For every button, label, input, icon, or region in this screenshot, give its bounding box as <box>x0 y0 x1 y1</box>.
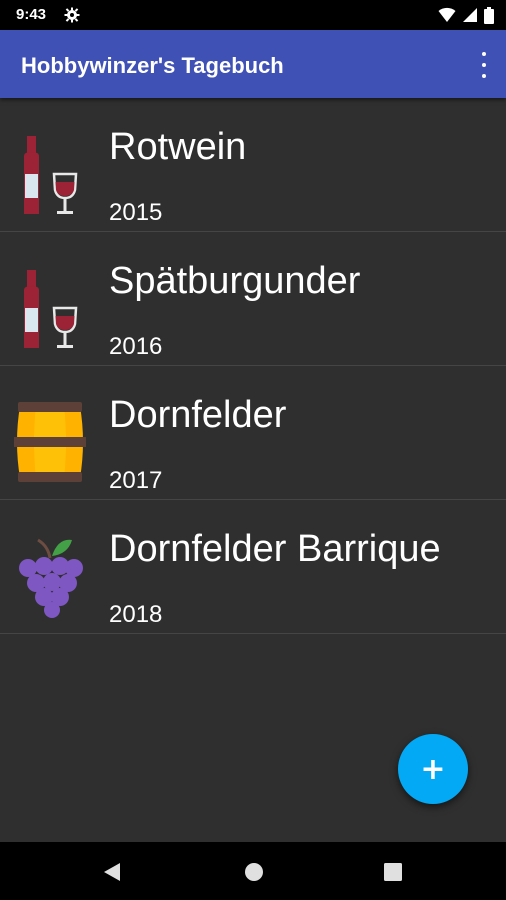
screen: 9:43 Hobbywinzer's Tagebuch Rotwein 2015… <box>0 0 506 900</box>
app-bar: Hobbywinzer's Tagebuch <box>0 30 506 98</box>
wine-name: Spätburgunder <box>109 260 361 302</box>
signal-icon <box>463 8 477 22</box>
status-bar: 9:43 <box>0 0 506 30</box>
battery-icon <box>484 6 494 24</box>
back-icon[interactable] <box>101 861 123 883</box>
recents-icon[interactable] <box>382 861 404 883</box>
home-icon[interactable] <box>243 861 265 883</box>
wine-list: Rotwein 2015 Spätburgunder 2016 Dornfeld… <box>0 98 506 634</box>
list-item[interactable]: Dornfelder 2017 <box>0 366 506 500</box>
wine-bottle-glass-icon <box>24 136 78 214</box>
wifi-icon <box>438 7 456 22</box>
grapes-icon <box>19 538 83 618</box>
wine-year: 2015 <box>109 199 163 226</box>
wine-name: Rotwein <box>109 126 247 168</box>
wine-year: 2016 <box>109 333 163 360</box>
status-time: 9:43 <box>16 6 47 23</box>
status-icons <box>438 6 494 24</box>
add-button[interactable]: + <box>398 734 468 804</box>
wine-year: 2017 <box>109 467 163 494</box>
list-item[interactable]: Spätburgunder 2016 <box>0 232 506 366</box>
list-item[interactable]: Rotwein 2015 <box>0 98 506 232</box>
wine-name: Dornfelder <box>109 394 287 436</box>
list-item[interactable]: Dornfelder Barrique 2018 <box>0 500 506 634</box>
wine-name: Dornfelder Barrique <box>109 528 441 570</box>
wine-year: 2018 <box>109 601 163 628</box>
nav-bar <box>0 842 506 900</box>
wine-bottle-glass-icon <box>24 270 78 348</box>
gear-icon <box>64 7 80 23</box>
barrel-icon <box>14 402 86 482</box>
more-vert-icon[interactable] <box>478 52 490 78</box>
add-icon: + <box>420 751 446 787</box>
app-title: Hobbywinzer's Tagebuch <box>21 53 284 78</box>
